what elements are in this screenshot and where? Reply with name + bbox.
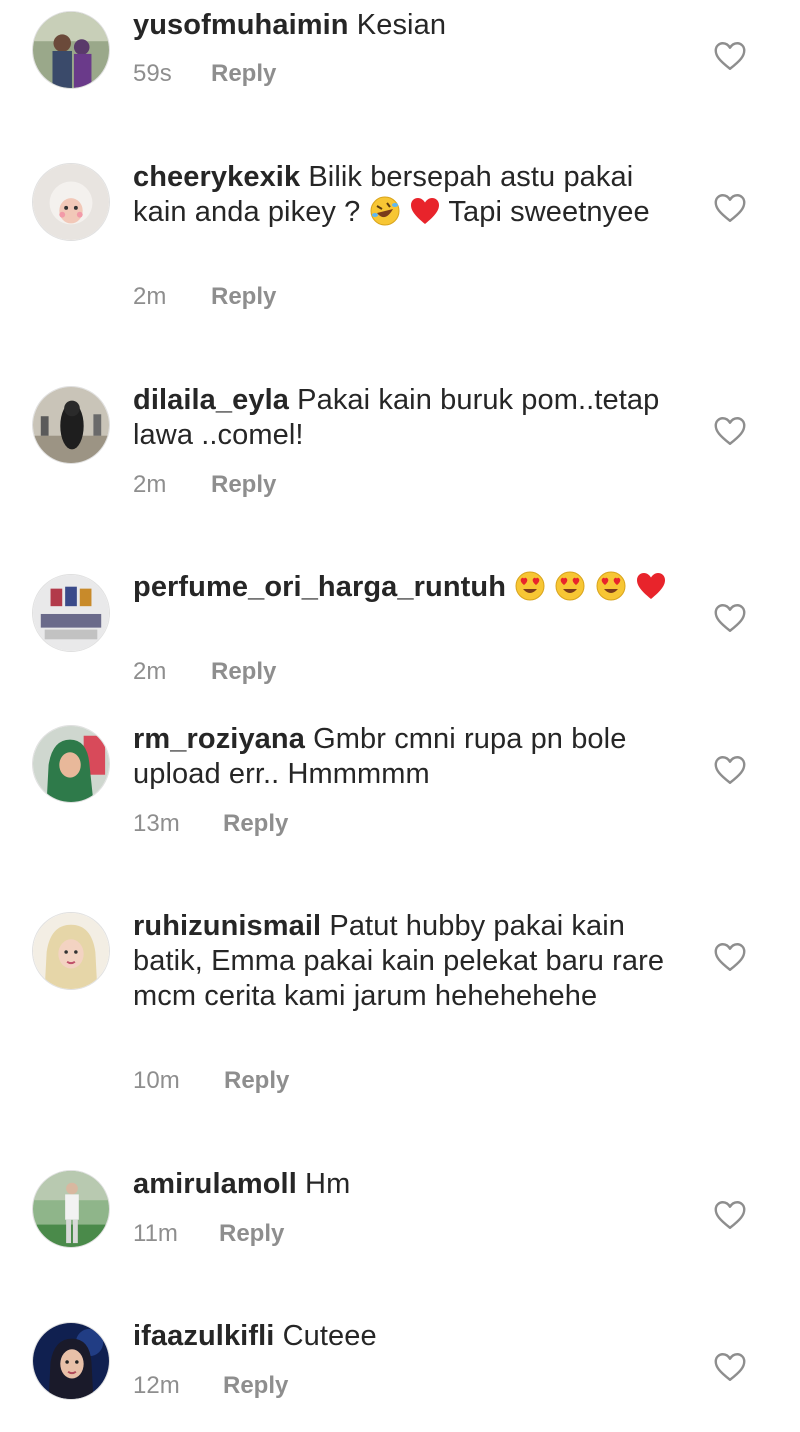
avatar[interactable] — [32, 912, 110, 990]
comment-username[interactable]: amirulamoll — [133, 1168, 297, 1200]
heart-outline-icon[interactable] — [712, 752, 748, 788]
comment-time: 2m — [133, 658, 167, 685]
avatar[interactable] — [32, 11, 110, 89]
reply-button[interactable]: Reply — [223, 810, 288, 838]
comment-time: 10m — [133, 1067, 180, 1094]
reply-button[interactable]: Reply — [224, 1067, 289, 1095]
heart-outline-icon[interactable] — [712, 38, 748, 74]
avatar[interactable] — [32, 574, 110, 652]
heart-eyes-emoji-icon — [514, 570, 546, 602]
reply-button[interactable]: Reply — [219, 1220, 284, 1248]
comment-time: 12m — [133, 1372, 180, 1399]
comment-text: perfume_ori_harga_runtuh — [133, 570, 688, 605]
comment-username[interactable]: yusofmuhaimin — [133, 9, 349, 41]
avatar[interactable] — [32, 1170, 110, 1248]
red-heart-emoji-icon — [409, 195, 441, 227]
reply-button[interactable]: Reply — [223, 1372, 288, 1400]
heart-outline-icon[interactable] — [712, 413, 748, 449]
comment-time: 13m — [133, 810, 180, 837]
comment-username[interactable]: perfume_ori_harga_runtuh — [133, 571, 506, 603]
reply-button[interactable]: Reply — [211, 60, 276, 88]
red-heart-emoji-icon — [635, 570, 667, 602]
comment-body: Kesian — [356, 9, 447, 41]
comment-text: cheerykexik Bilik bersepah astu pakai ka… — [133, 160, 688, 230]
comment-meta: 11m Reply — [133, 1220, 284, 1248]
comment-text: ruhizunismail Patut hubby pakai kain bat… — [133, 909, 688, 1014]
heart-outline-icon[interactable] — [712, 190, 748, 226]
heart-outline-icon[interactable] — [712, 600, 748, 636]
avatar[interactable] — [32, 1322, 110, 1400]
heart-outline-icon[interactable] — [712, 1197, 748, 1233]
comment-body: Cuteee — [282, 1320, 377, 1352]
heart-eyes-emoji-icon — [554, 570, 586, 602]
comment-text: rm_roziyana Gmbr cmni rupa pn bole uploa… — [133, 722, 688, 792]
reply-button[interactable]: Reply — [211, 471, 276, 499]
comment-username[interactable]: rm_roziyana — [133, 723, 305, 755]
avatar[interactable] — [32, 163, 110, 241]
comment-time: 11m — [133, 1220, 178, 1247]
comment-meta: 2m Reply — [133, 658, 276, 686]
comment-meta: 12m Reply — [133, 1372, 288, 1400]
comment-meta: 2m Reply — [133, 471, 276, 499]
comment-username[interactable]: dilaila_eyla — [133, 384, 289, 416]
comment-body-continued: Tapi sweetnyee — [448, 196, 650, 228]
comment-time: 2m — [133, 471, 167, 498]
heart-outline-icon[interactable] — [712, 1349, 748, 1385]
heart-eyes-emoji-icon — [595, 570, 627, 602]
reply-button[interactable]: Reply — [211, 658, 276, 686]
heart-outline-icon[interactable] — [712, 939, 748, 975]
comment-meta: 13m Reply — [133, 810, 288, 838]
comment-username[interactable]: cheerykexik — [133, 161, 300, 193]
comment-text: yusofmuhaimin Kesian — [133, 8, 688, 43]
comment-body: Hm — [305, 1168, 351, 1200]
reply-button[interactable]: Reply — [211, 283, 276, 311]
comment-meta: 10m Reply — [133, 1067, 289, 1095]
avatar[interactable] — [32, 725, 110, 803]
comment-time: 2m — [133, 283, 167, 310]
comment-time: 59s — [133, 60, 172, 87]
comment-text: dilaila_eyla Pakai kain buruk pom..tetap… — [133, 383, 688, 453]
comment-text: ifaazulkifli Cuteee — [133, 1319, 688, 1354]
comment-text: amirulamoll Hm — [133, 1167, 688, 1202]
rolling-on-floor-laughing-emoji-icon — [369, 195, 401, 227]
comment-username[interactable]: ruhizunismail — [133, 910, 321, 942]
comment-meta: 2m Reply — [133, 283, 276, 311]
avatar[interactable] — [32, 386, 110, 464]
comment-username[interactable]: ifaazulkifli — [133, 1320, 274, 1352]
comment-meta: 59s Reply — [133, 60, 276, 88]
